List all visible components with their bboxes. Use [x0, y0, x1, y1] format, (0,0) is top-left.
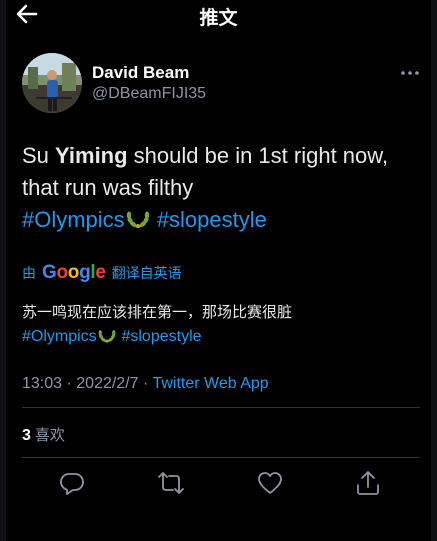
divider — [22, 407, 420, 408]
translate-action-label: 翻译自英语 — [111, 266, 182, 282]
header: 推文 — [0, 0, 437, 30]
likes-stat[interactable]: 3 喜欢 — [22, 424, 65, 445]
more-horizontal-icon[interactable] — [398, 66, 422, 80]
tweet-date[interactable]: 2022/2/7 — [76, 375, 138, 392]
laurel-wreath-emoji-icon — [98, 330, 116, 343]
tweet-time[interactable]: 13:03 — [22, 375, 62, 392]
heart-icon[interactable] — [256, 469, 284, 497]
hashtag-olympics[interactable]: #Olympics — [22, 207, 125, 232]
translate-by-label: 由 — [22, 266, 36, 282]
meta-separator: · — [138, 375, 153, 392]
window-edge-right — [431, 0, 437, 541]
likes-count: 3 — [22, 427, 31, 444]
tweet-text: Su Yiming should be in 1st right now, th… — [22, 140, 422, 236]
source-app-link[interactable]: Twitter Web App — [152, 375, 268, 392]
laurel-wreath-emoji-icon — [126, 211, 149, 228]
page-title: 推文 — [199, 7, 238, 29]
reply-icon[interactable] — [58, 469, 86, 497]
likes-label: 喜欢 — [34, 426, 65, 444]
avatar[interactable] — [22, 53, 82, 113]
retweet-icon[interactable] — [157, 469, 185, 497]
tweet-text-bold: Yiming — [55, 143, 128, 168]
translated-hashtag-olympics[interactable]: #Olympics — [22, 328, 97, 345]
translated-hashtag-slopestyle[interactable]: #slopestyle — [121, 328, 201, 345]
display-name[interactable]: David Beam — [92, 63, 189, 83]
user-handle[interactable]: @DBeamFIJI35 — [92, 85, 206, 103]
tweet-meta: 13:03 · 2022/2/7 · Twitter Web App — [22, 375, 269, 393]
divider — [22, 457, 420, 458]
translate-button[interactable]: 由 Google 翻译自英语 — [22, 262, 182, 284]
translated-text: 苏一鸣现在应该排在第一，那场比赛很脏 #Olympics #slopestyle — [22, 300, 422, 349]
google-logo: Google — [42, 262, 106, 283]
tweet-text-prefix: Su — [22, 143, 56, 168]
share-icon[interactable] — [354, 469, 382, 497]
hashtag-slopestyle[interactable]: #slopestyle — [157, 207, 267, 232]
meta-separator: · — [62, 375, 77, 392]
translated-body: 苏一鸣现在应该排在第一，那场比赛很脏 — [22, 303, 293, 321]
window-edge-left — [0, 0, 6, 541]
avatar-photo — [22, 53, 82, 113]
